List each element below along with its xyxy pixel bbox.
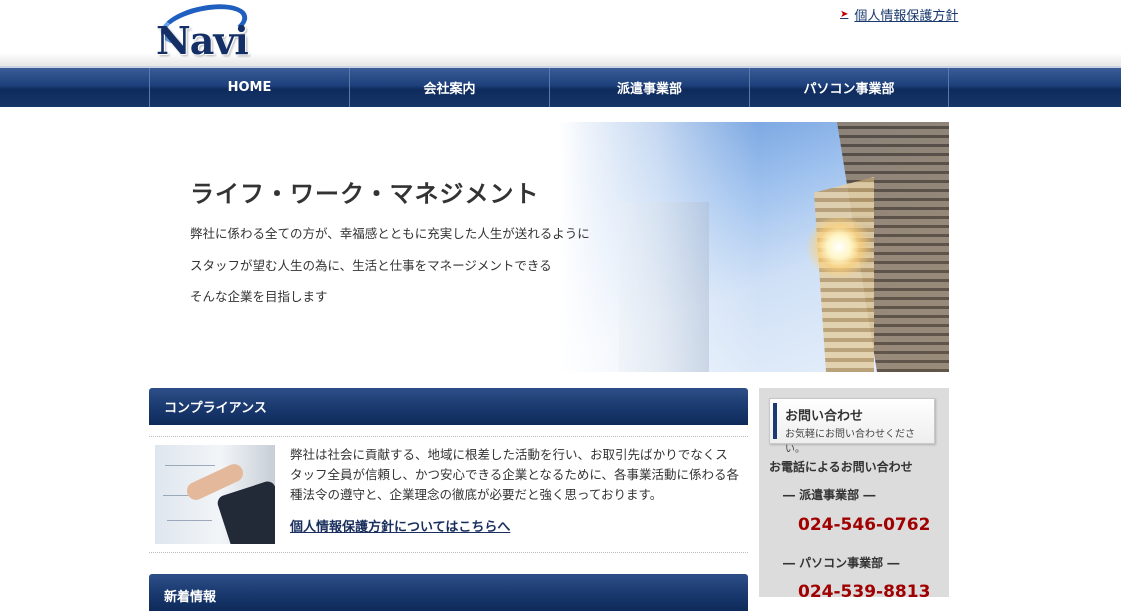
compliance-content: 弊社は社会に貢献する、地域に根差した活動を行い、お取引先ばかりでなくスタッフ全員… <box>149 436 748 553</box>
hero-title: ライフ・ワーク・マネジメント <box>190 180 540 208</box>
compliance-heading: コンプライアンス <box>149 388 748 425</box>
site-header: Navi ➤ 個人情報保護方針 <box>0 0 1121 66</box>
phone-number[interactable]: 024-539-8813 <box>798 582 930 602</box>
contact-box[interactable]: お問い合わせ お気軽にお問い合わせください。 <box>769 398 935 455</box>
privacy-policy-link-label: 個人情報保護方針 <box>854 9 959 24</box>
phone-inquiry-label: お電話によるお問い合わせ <box>769 460 913 474</box>
contact-sidebar: お問い合わせ お気軽にお問い合わせください。 お電話によるお問い合わせ ― 派遣… <box>759 388 949 602</box>
department-name: ― 派遣事業部 ― <box>783 488 876 502</box>
nav-item-home[interactable]: HOME <box>149 68 349 107</box>
navi-logo[interactable]: Navi <box>156 0 256 63</box>
hero-line: 弊社に係わる全ての方が、幸福感とともに充実した人生が送れるように <box>190 226 590 241</box>
hero-sun-flare <box>804 217 874 277</box>
nav-item-company[interactable]: 会社案内 <box>349 68 549 107</box>
phone-number[interactable]: 024-546-0762 <box>798 515 930 535</box>
logo-text: Navi <box>156 18 249 63</box>
nav-item-staffing[interactable]: 派遣事業部 <box>549 68 749 107</box>
nav-item-pc[interactable]: パソコン事業部 <box>749 68 949 107</box>
privacy-policy-detail-link[interactable]: 個人情報保護方針についてはこちらへ <box>290 516 510 535</box>
contact-title: お問い合わせ <box>785 409 864 424</box>
news-heading: 新着情報 <box>149 574 748 611</box>
contact-subtitle: お気軽にお問い合わせください。 <box>785 429 915 455</box>
compliance-text: 弊社は社会に貢献する、地域に根差した活動を行い、お取引先ばかりでなくスタッフ全員… <box>290 447 740 502</box>
privacy-policy-link[interactable]: ➤ 個人情報保護方針 <box>840 5 958 24</box>
presentation-photo <box>155 445 275 544</box>
arrow-right-icon: ➤ <box>840 9 849 20</box>
department-name: ― パソコン事業部 ― <box>783 556 900 570</box>
hero-line: スタッフが望む人生の為に、生活と仕事をマネージメントできる <box>190 258 552 273</box>
main-nav: HOME 会社案内 派遣事業部 パソコン事業部 <box>0 66 1121 107</box>
hero-line: そんな企業を目指します <box>190 289 328 304</box>
hero-banner: ライフ・ワーク・マネジメント 弊社に係わる全ての方が、幸福感とともに充実した人生… <box>149 122 949 372</box>
